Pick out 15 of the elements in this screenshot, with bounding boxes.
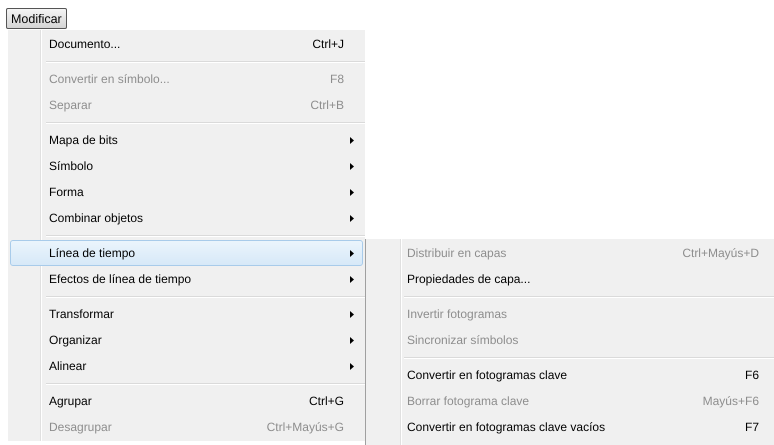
menu-item[interactable]: Convertir en fotogramas clave vacíos F7	[368, 414, 772, 440]
menu-item[interactable]: Documento... Ctrl+J	[10, 31, 363, 57]
menu-item[interactable]: Símbolo	[10, 153, 363, 179]
menu-item[interactable]: Efectos de línea de tiempo	[10, 266, 363, 292]
menu-item[interactable]: Agrupar Ctrl+G	[10, 388, 363, 414]
menu-item[interactable]: Organizar	[10, 327, 363, 353]
menu-item[interactable]: Línea de tiempo	[10, 240, 363, 266]
menu-item[interactable]: Transformar	[10, 301, 363, 327]
menu-item[interactable]: Forma	[10, 179, 363, 205]
menu-button[interactable]: Modificar	[6, 8, 67, 29]
menu-item[interactable]: Convertir en fotogramas clave F6	[368, 362, 772, 388]
menu-item[interactable]: Combinar objetos	[10, 205, 363, 231]
menu-item[interactable]: Propiedades de capa...	[368, 266, 772, 292]
menu-item[interactable]: Mapa de bits	[10, 127, 363, 153]
menu-item[interactable]: Alinear	[10, 353, 363, 379]
